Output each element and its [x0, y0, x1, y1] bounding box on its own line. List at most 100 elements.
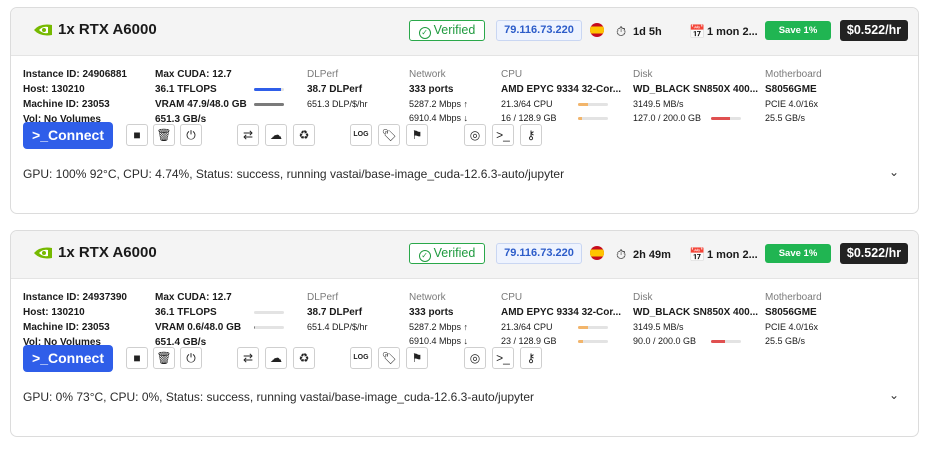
price: $0.522/hr [840, 243, 908, 264]
cpu-bar [578, 326, 608, 329]
delete-button[interactable]: 🗑 [153, 347, 175, 369]
instance-id: Instance ID: 24906881 [23, 69, 127, 80]
ram-bar [578, 340, 608, 343]
gpu-name: 1x RTX A6000 [58, 21, 157, 38]
vram: VRAM 0.6/48.0 GB [155, 322, 242, 333]
transfer-icon: ⇄ [242, 128, 254, 142]
net-down: 6910.4 Mbps ↓ [409, 336, 469, 346]
vram-bar [254, 103, 284, 106]
tflops: 36.1 TFLOPS [155, 84, 217, 95]
terminal-icon: >_ [496, 128, 510, 142]
disk-usage: 127.0 / 200.0 GB [633, 113, 702, 123]
label-button[interactable]: 🏷 [378, 347, 400, 369]
max-cuda: Max CUDA: 12.7 [155, 69, 232, 80]
flag-icon: ⚑ [411, 351, 423, 365]
host: Host: 130210 [23, 84, 85, 95]
terminal-button[interactable]: >_ [492, 124, 514, 146]
cpu-cores: 21.3/64 CPU [501, 322, 553, 332]
net-down: 6910.4 Mbps ↓ [409, 113, 469, 123]
ssh-key-button[interactable]: ⚷ [520, 347, 542, 369]
instance-header: 1x RTX A6000 ✓ Verified 79.116.73.220 ⏱ 2… [11, 231, 918, 279]
verified-badge: ✓ Verified [409, 243, 485, 264]
ip-address[interactable]: 79.116.73.220 [496, 243, 582, 264]
cpu-label: CPU [501, 292, 523, 303]
instance-id: Instance ID: 24937390 [23, 292, 127, 303]
stop-button[interactable]: ■ [126, 124, 148, 146]
label-button[interactable]: 🏷 [378, 124, 400, 146]
gpu-util-bar [254, 88, 284, 91]
dlperf-label: DLPerf [307, 69, 339, 80]
disk-speed: 3149.5 MB/s [633, 99, 684, 109]
tflops: 36.1 TFLOPS [155, 307, 217, 318]
connect-button[interactable]: >_Connect [23, 345, 113, 372]
pcie-bandwidth: 25.5 GB/s [765, 113, 806, 123]
disk-bar [711, 117, 741, 120]
disk-usage: 90.0 / 200.0 GB [633, 336, 697, 346]
rental-period: 1 mon 2... [707, 249, 758, 261]
stop-icon: ■ [133, 128, 141, 142]
trash-icon: 🗑 [156, 351, 172, 365]
rental-period: 1 mon 2... [707, 26, 758, 38]
flag-icon: ⚑ [411, 128, 423, 142]
tag-icon: 🏷 [381, 351, 397, 365]
machine-id: Machine ID: 23053 [23, 322, 110, 333]
duration: 1d 5h [633, 26, 662, 38]
vram-fill [254, 103, 284, 106]
gpu-util-fill [254, 88, 281, 91]
cpu-fill [578, 326, 588, 329]
tag-icon: 🏷 [381, 128, 397, 142]
stop-icon: ■ [133, 351, 141, 365]
power-button[interactable]: ⏻ [180, 347, 202, 369]
key-icon: ⚷ [526, 128, 536, 142]
dlperf-per-dollar: 651.4 DLP/$/hr [307, 322, 368, 332]
jupyter-icon: ◎ [469, 128, 481, 142]
jupyter-button[interactable]: ◎ [464, 347, 486, 369]
ip-address[interactable]: 79.116.73.220 [496, 20, 582, 41]
transfer-icon: ⇄ [242, 351, 254, 365]
dlperf: 38.7 DLPerf [307, 84, 363, 95]
chevron-down-icon[interactable]: ⌄ [889, 388, 899, 402]
spain-flag-icon [590, 23, 604, 37]
transfer-button[interactable]: ⇄ [237, 124, 259, 146]
ssh-key-button[interactable]: ⚷ [520, 124, 542, 146]
terminal-button[interactable]: >_ [492, 347, 514, 369]
disk-name: WD_BLACK SN850X 400... [633, 84, 759, 95]
disk-label: Disk [633, 292, 653, 303]
price: $0.522/hr [840, 20, 908, 41]
stopwatch-icon: ⏱ [616, 24, 627, 39]
instance-card: 1x RTX A6000 ✓ Verified 79.116.73.220 ⏱ 1… [10, 7, 919, 214]
disk-bar [711, 340, 741, 343]
report-button[interactable]: ⚑ [406, 124, 428, 146]
log-icon: LOG [353, 131, 369, 138]
logs-button[interactable]: LOG [350, 124, 372, 146]
instance-header: 1x RTX A6000 ✓ Verified 79.116.73.220 ⏱ 1… [11, 8, 918, 56]
stopwatch-icon: ⏱ [616, 247, 627, 262]
cloud-sync-button[interactable]: ☁ [265, 124, 287, 146]
cloud-sync-button[interactable]: ☁ [265, 347, 287, 369]
recycle-icon: ♻ [298, 128, 310, 142]
transfer-button[interactable]: ⇄ [237, 347, 259, 369]
power-button[interactable]: ⏻ [180, 124, 202, 146]
chevron-down-icon[interactable]: ⌄ [889, 165, 899, 179]
jupyter-button[interactable]: ◎ [464, 124, 486, 146]
logs-button[interactable]: LOG [350, 347, 372, 369]
key-icon: ⚷ [526, 351, 536, 365]
recycle-button[interactable]: ♻ [293, 347, 315, 369]
report-button[interactable]: ⚑ [406, 347, 428, 369]
connect-button[interactable]: >_Connect [23, 122, 113, 149]
spain-flag-icon [590, 246, 604, 260]
cloud-icon: ☁ [270, 128, 282, 142]
cpu-bar [578, 103, 608, 106]
dlperf-label: DLPerf [307, 292, 339, 303]
ram-fill [578, 340, 584, 343]
log-icon: LOG [353, 354, 369, 361]
stop-button[interactable]: ■ [126, 347, 148, 369]
motherboard-label: Motherboard [765, 292, 822, 303]
ram-bar [578, 117, 608, 120]
recycle-button[interactable]: ♻ [293, 124, 315, 146]
delete-button[interactable]: 🗑 [153, 124, 175, 146]
calendar-icon: 📅 [689, 247, 706, 262]
cloud-icon: ☁ [270, 351, 282, 365]
recycle-icon: ♻ [298, 351, 310, 365]
power-icon: ⏻ [186, 128, 196, 142]
